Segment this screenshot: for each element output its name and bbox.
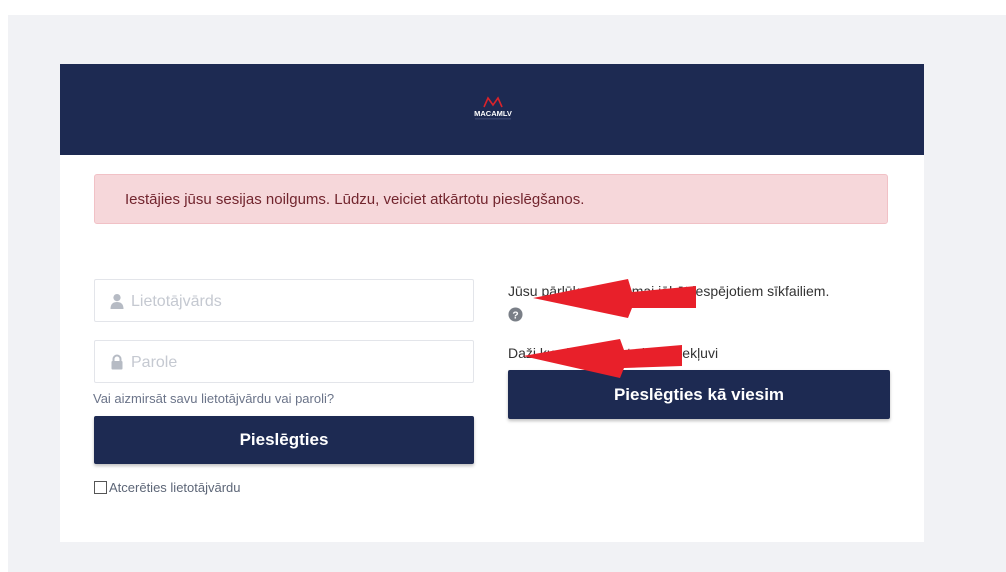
forgot-credentials-link[interactable]: Vai aizmirsāt savu lietotājvārdu vai par… bbox=[93, 391, 334, 406]
site-logo: MACAMLV bbox=[474, 96, 512, 120]
lock-icon bbox=[111, 354, 123, 370]
login-button[interactable]: Pieslēgties bbox=[94, 416, 474, 464]
svg-text:?: ? bbox=[512, 310, 518, 321]
guest-access-notice: Daži kursi var atļaut viesu piekļuvi bbox=[508, 345, 719, 361]
logo-text: MACAMLV bbox=[474, 109, 512, 118]
card-header: MACAMLV bbox=[60, 64, 924, 155]
remember-username[interactable]: Atcerēties lietotājvārdu bbox=[94, 480, 241, 495]
guest-login-button[interactable]: Pieslēgties kā viesim bbox=[508, 370, 890, 419]
password-input[interactable] bbox=[129, 341, 463, 384]
remember-label: Atcerēties lietotājvārdu bbox=[109, 480, 241, 495]
password-field[interactable] bbox=[94, 340, 474, 384]
question-circle-icon[interactable]: ? bbox=[508, 307, 523, 322]
username-field[interactable] bbox=[94, 279, 474, 323]
user-icon bbox=[110, 294, 124, 309]
cookies-notice: Jūsu pārlūkprogrammai jābūt iespējotiem … bbox=[508, 283, 830, 299]
username-input[interactable] bbox=[129, 280, 463, 323]
login-card: MACAMLV Iestājies jūsu sesijas noilgums.… bbox=[60, 64, 924, 542]
remember-checkbox[interactable] bbox=[94, 481, 107, 494]
session-expired-alert: Iestājies jūsu sesijas noilgums. Lūdzu, … bbox=[94, 174, 888, 224]
